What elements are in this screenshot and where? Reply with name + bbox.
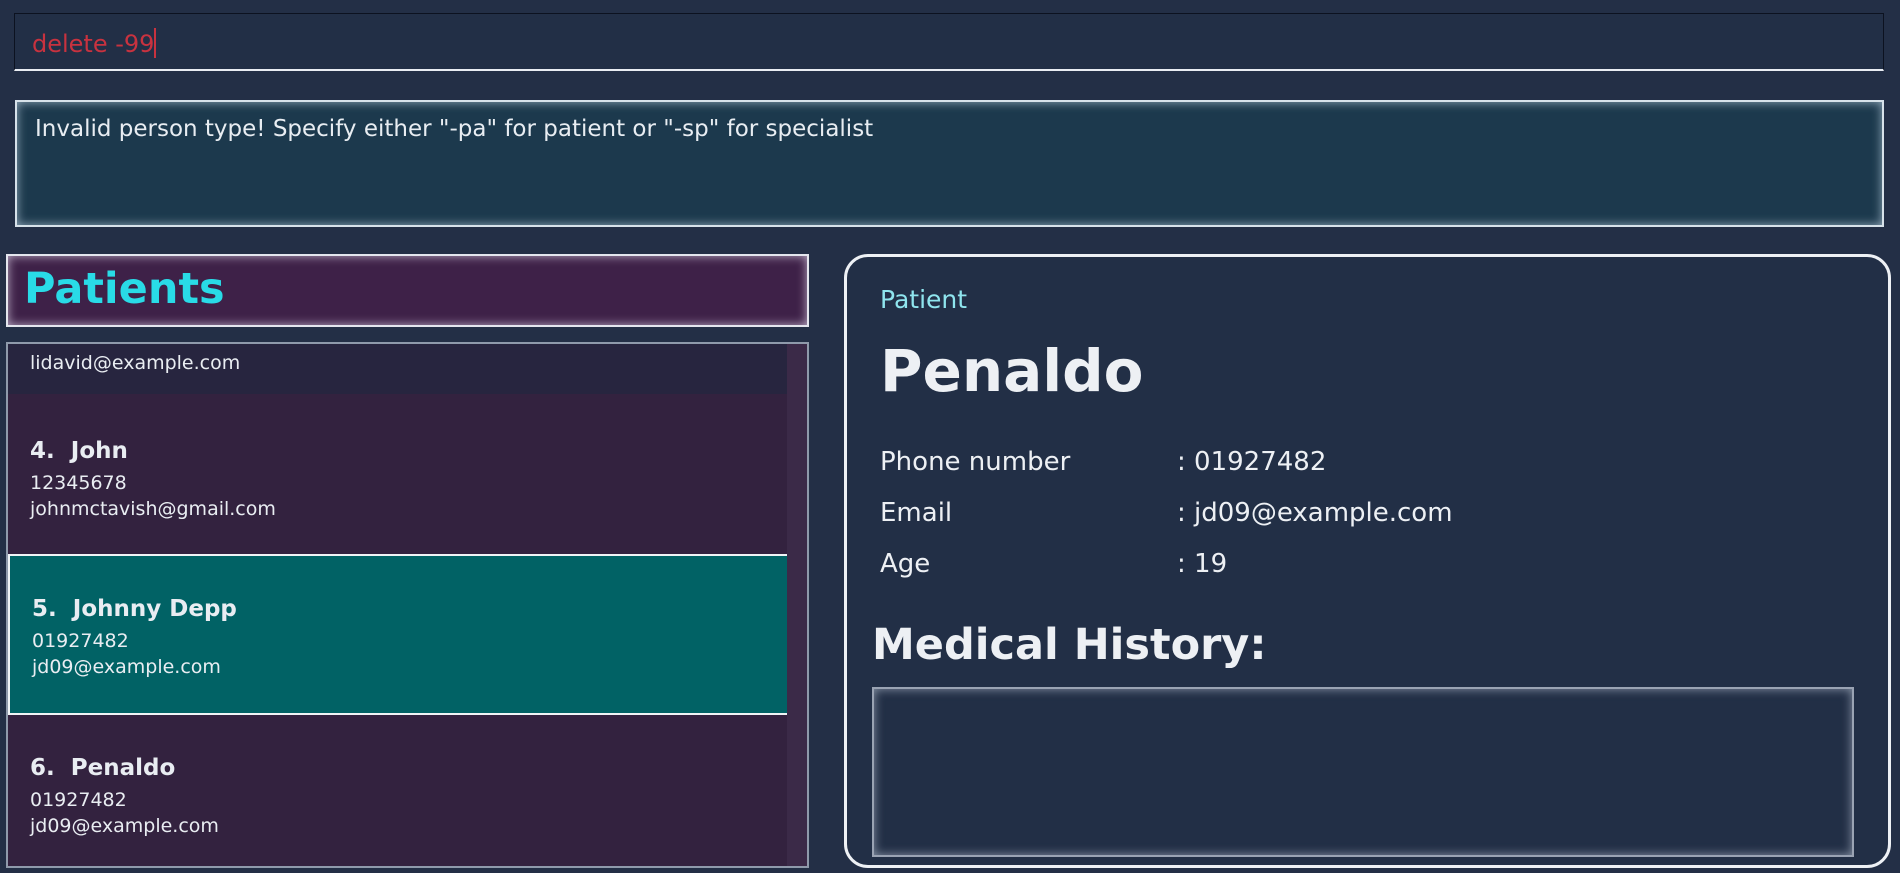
person-type-label: Patient bbox=[880, 285, 968, 314]
patient-email: jd09@example.com bbox=[32, 656, 221, 678]
phone-label: Phone number bbox=[880, 447, 1071, 477]
patient-phone: 12345678 bbox=[30, 472, 127, 494]
list-item[interactable]: 6. Penaldo 01927482 jd09@example.com bbox=[8, 715, 789, 866]
list-item[interactable]: 91031282 lidavid@example.com bbox=[8, 344, 789, 394]
patient-name: 4. John bbox=[30, 438, 128, 464]
list-scrollbar[interactable] bbox=[787, 344, 807, 866]
command-text: delete -99 bbox=[32, 30, 155, 58]
phone-value: : 01927482 bbox=[1177, 447, 1327, 477]
result-message: Invalid person type! Specify either "-pa… bbox=[35, 116, 874, 142]
patient-email: johnmctavish@gmail.com bbox=[30, 498, 276, 520]
text-caret bbox=[154, 28, 157, 58]
age-label: Age bbox=[880, 549, 931, 579]
patient-list[interactable]: 91031282 lidavid@example.com 4. John 123… bbox=[6, 342, 809, 868]
patients-title: Patients bbox=[24, 264, 225, 314]
list-item[interactable]: 4. John 12345678 johnmctavish@gmail.com bbox=[8, 394, 789, 554]
medical-history-box bbox=[872, 687, 1854, 857]
patient-email: lidavid@example.com bbox=[30, 352, 241, 374]
age-value: : 19 bbox=[1177, 549, 1228, 579]
result-display: Invalid person type! Specify either "-pa… bbox=[15, 100, 1884, 227]
patients-header: Patients bbox=[6, 254, 809, 327]
email-label: Email bbox=[880, 498, 953, 528]
command-input[interactable]: delete -99 bbox=[32, 28, 157, 58]
patient-phone: 01927482 bbox=[30, 789, 127, 811]
patient-name: 5. Johnny Depp bbox=[32, 596, 237, 622]
patient-phone: 01927482 bbox=[32, 630, 129, 652]
patient-detail-panel: Patient Penaldo Phone number : 01927482 … bbox=[844, 254, 1891, 868]
patient-phone: 91031282 bbox=[30, 344, 127, 348]
patient-name: 6. Penaldo bbox=[30, 755, 176, 781]
patient-name-heading: Penaldo bbox=[880, 337, 1144, 405]
patient-email: jd09@example.com bbox=[30, 815, 219, 837]
list-item-selected[interactable]: 5. Johnny Depp 01927482 jd09@example.com bbox=[8, 554, 789, 715]
email-value: : jd09@example.com bbox=[1177, 498, 1453, 528]
medical-history-title: Medical History: bbox=[872, 620, 1267, 670]
command-box[interactable]: delete -99 bbox=[14, 13, 1884, 71]
